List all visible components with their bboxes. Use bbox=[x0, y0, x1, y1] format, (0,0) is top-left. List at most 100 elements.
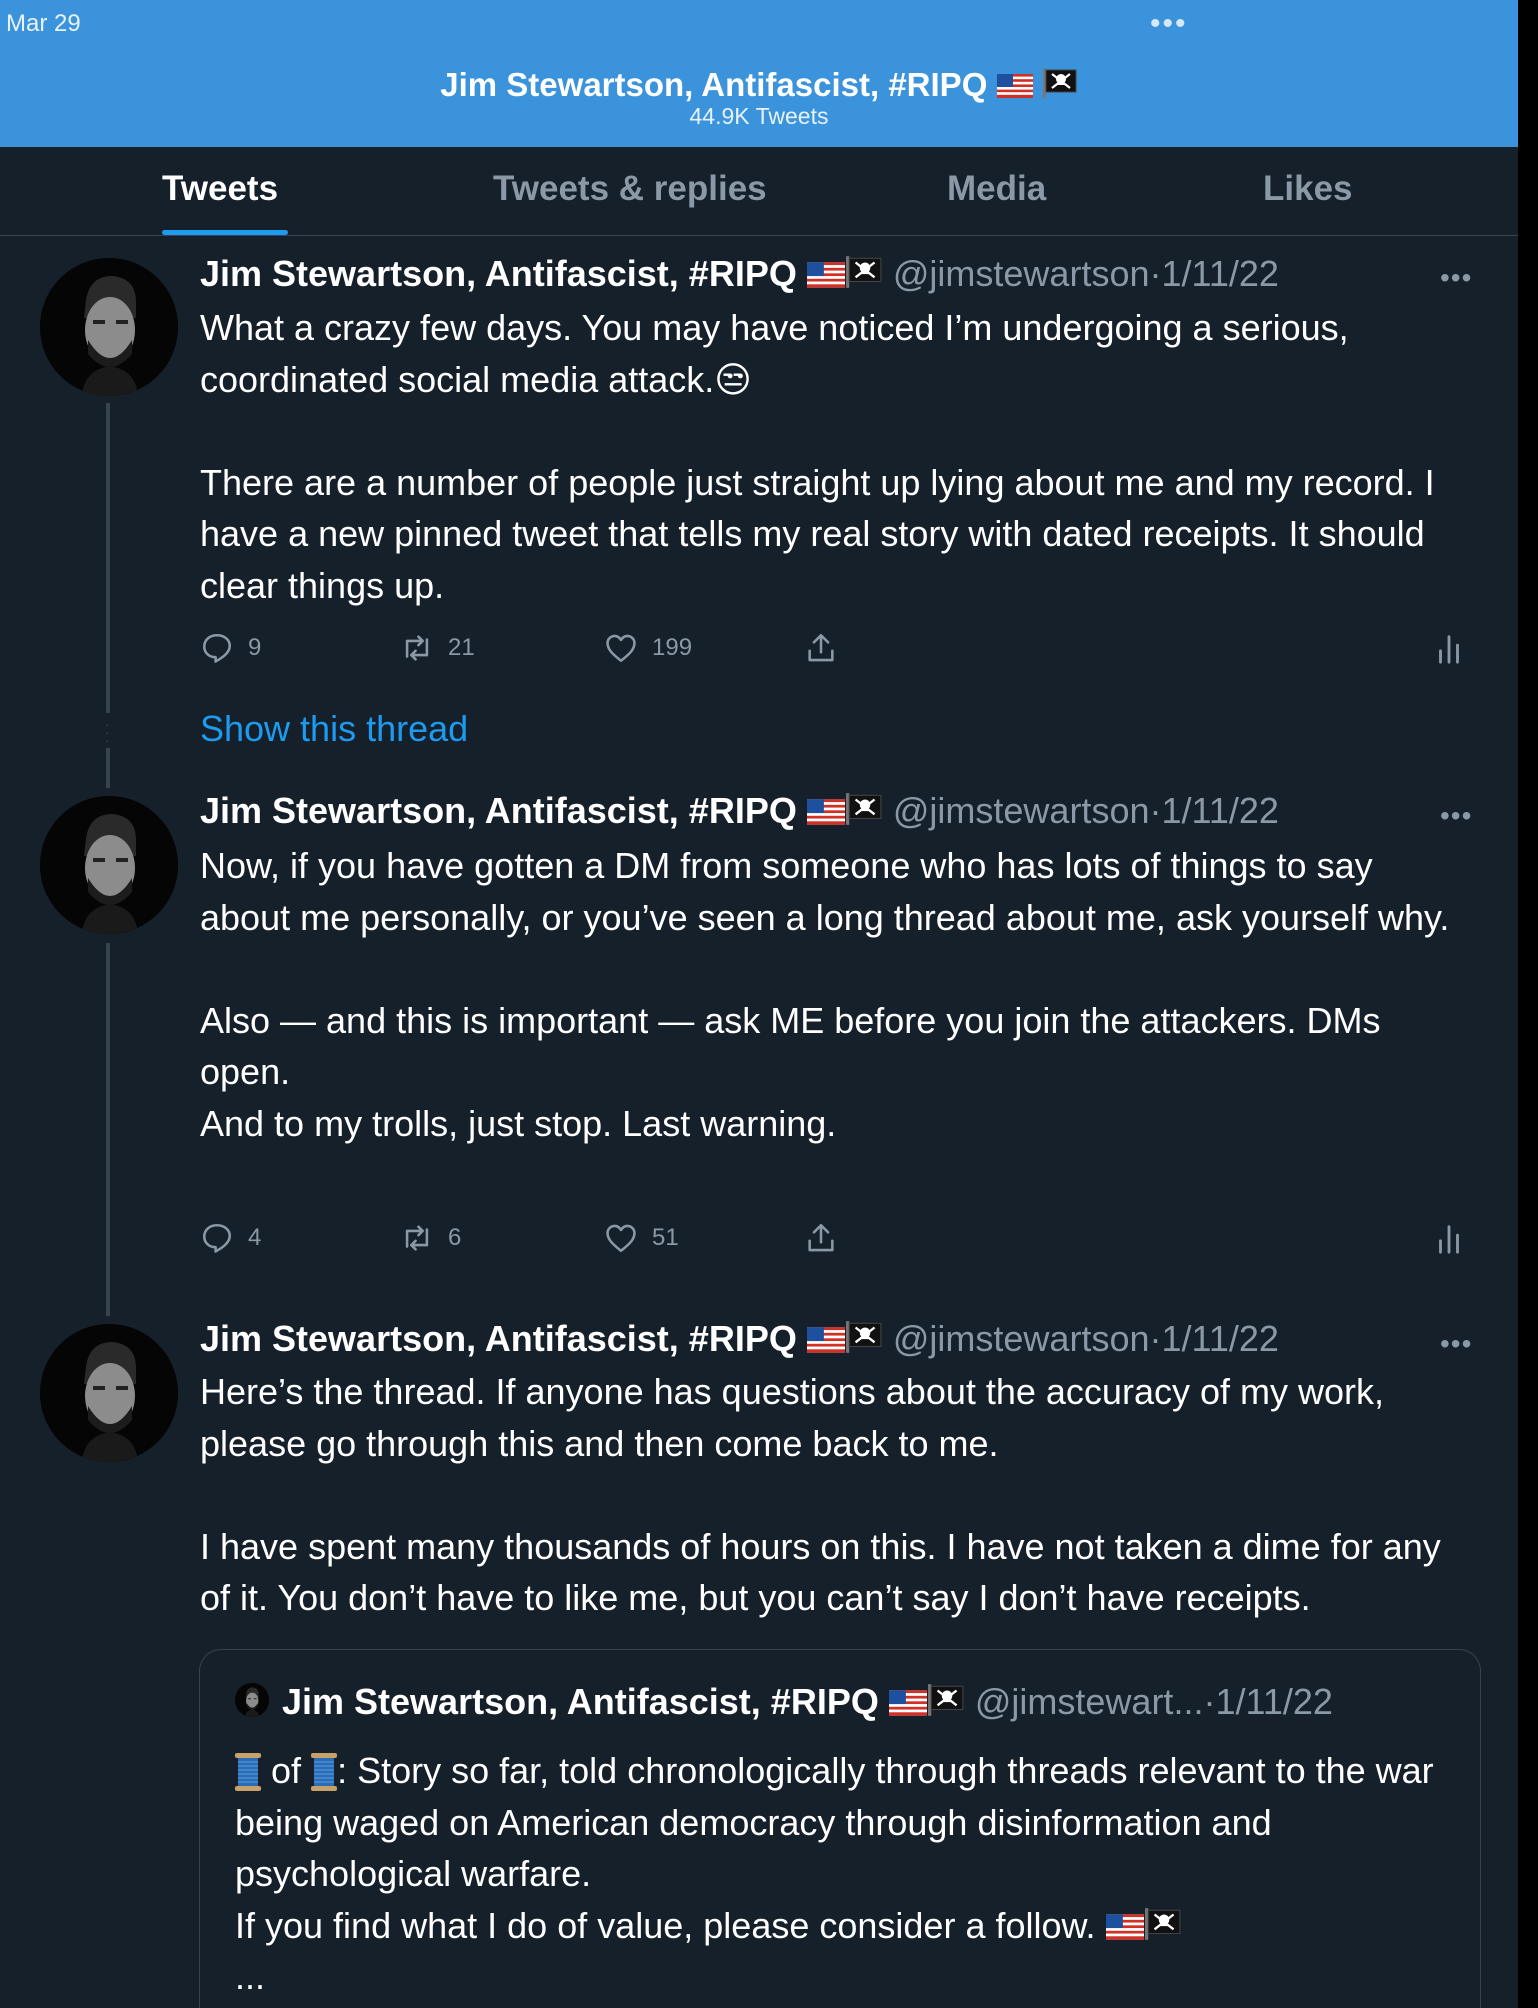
like-count: 51 bbox=[652, 1224, 679, 1251]
analytics-icon bbox=[1432, 1221, 1466, 1255]
reply-button[interactable]: 4 bbox=[200, 1221, 261, 1255]
author-handle[interactable]: @jimstewartson bbox=[893, 790, 1150, 831]
author-name[interactable]: Jim Stewartson, Antifascist, #RIPQ bbox=[200, 253, 797, 294]
separator: · bbox=[1149, 790, 1162, 831]
quoted-tweet[interactable]: Jim Stewartson, Antifascist, #RIPQ @jims… bbox=[199, 1649, 1481, 2008]
profile-title: Jim Stewartson, Antifascist, #RIPQ bbox=[0, 66, 1518, 104]
tweet-text: Here’s the thread. If anyone has questio… bbox=[200, 1366, 1470, 1624]
pirate-flag-icon bbox=[1042, 68, 1078, 98]
tweet-paragraph: And to my trolls, just stop. Last warnin… bbox=[200, 1102, 837, 1144]
tweet-paragraph: Here’s the thread. If anyone has questio… bbox=[200, 1371, 1384, 1464]
like-button[interactable]: 199 bbox=[604, 631, 692, 665]
pirate-flag-icon bbox=[845, 256, 883, 288]
pirate-flag-icon bbox=[1144, 1908, 1182, 1940]
heart-icon bbox=[604, 631, 638, 665]
tweet-actions: 9 21 199 bbox=[200, 631, 1470, 671]
tweet-paragraph: Now, if you have gotten a DM from someon… bbox=[200, 845, 1450, 938]
tweet-text: Now, if you have gotten a DM from someon… bbox=[200, 840, 1470, 1149]
more-horizontal-icon[interactable]: ••• bbox=[1440, 800, 1472, 832]
quoted-paragraph: of : Story so far, told chronologically … bbox=[235, 1745, 1465, 1900]
avatar[interactable] bbox=[40, 1324, 178, 1462]
profile-header: Mar 29 ••• Jim Stewartson, Antifascist, … bbox=[0, 0, 1518, 147]
pirate-flag-icon bbox=[927, 1684, 965, 1716]
quoted-tweet-date: 1/11/22 bbox=[1215, 1681, 1333, 1722]
author-name[interactable]: Jim Stewartson, Antifascist, #RIPQ bbox=[200, 790, 797, 831]
quoted-text: : Story so far, told chronologically thr… bbox=[235, 1750, 1434, 1894]
thread-connector bbox=[106, 943, 110, 1316]
quoted-avatar bbox=[235, 1683, 269, 1717]
tab-likes[interactable]: Likes bbox=[1263, 169, 1353, 209]
quoted-ellipsis: ... bbox=[235, 1956, 266, 1997]
avatar[interactable] bbox=[40, 258, 178, 396]
profile-name: Jim Stewartson, Antifascist, #RIPQ bbox=[440, 66, 988, 103]
profile-tabs: Tweets Tweets & replies Media Likes bbox=[0, 147, 1518, 236]
share-icon bbox=[804, 631, 838, 665]
analytics-icon bbox=[1432, 631, 1466, 665]
like-count: 199 bbox=[652, 634, 693, 661]
author-name[interactable]: Jim Stewartson, Antifascist, #RIPQ bbox=[200, 1318, 797, 1359]
app-window: Mar 29 ••• Jim Stewartson, Antifascist, … bbox=[0, 0, 1518, 2008]
us-flag-icon bbox=[807, 1327, 845, 1353]
us-flag-icon bbox=[997, 74, 1033, 98]
multitasking-dots-icon[interactable]: ••• bbox=[1150, 9, 1188, 39]
retweet-count: 6 bbox=[448, 1224, 462, 1251]
avatar[interactable] bbox=[40, 796, 178, 934]
pirate-flag-icon bbox=[845, 1321, 883, 1353]
tweet-date[interactable]: 1/11/22 bbox=[1161, 253, 1278, 294]
thread-gap-dots: · · · bbox=[105, 716, 110, 748]
reply-count: 4 bbox=[248, 1224, 262, 1251]
quoted-text: If you find what I do of value, please c… bbox=[235, 1904, 1096, 1946]
reply-icon bbox=[200, 1221, 234, 1255]
quoted-author-line: Jim Stewartson, Antifascist, #RIPQ @jims… bbox=[282, 1680, 1333, 1724]
author-handle[interactable]: @jimstewartson bbox=[893, 1318, 1150, 1359]
pirate-flag-icon bbox=[845, 793, 883, 825]
quoted-of-word: of bbox=[271, 1750, 302, 1791]
tweet-paragraph: Also — and this is important — ask ME be… bbox=[200, 999, 1381, 1093]
reply-button[interactable]: 9 bbox=[200, 631, 261, 665]
tweet-paragraph: What a crazy few days. You may have noti… bbox=[200, 307, 1349, 400]
reply-count: 9 bbox=[248, 634, 262, 661]
tweet-count: 44.9K Tweets bbox=[689, 103, 829, 129]
tab-media[interactable]: Media bbox=[947, 169, 1046, 209]
more-horizontal-icon[interactable]: ••• bbox=[1440, 1328, 1472, 1360]
us-flag-icon bbox=[807, 262, 845, 288]
like-button[interactable]: 51 bbox=[604, 1221, 679, 1255]
tweet-actions: 4 6 51 bbox=[200, 1221, 1470, 1261]
tab-tweets[interactable]: Tweets bbox=[162, 169, 278, 209]
screen-edge bbox=[1518, 0, 1538, 2008]
us-flag-icon bbox=[1106, 1914, 1144, 1940]
thread-connector bbox=[106, 748, 110, 788]
tweet-paragraph: There are a number of people just straig… bbox=[200, 461, 1435, 606]
tweet-author-line: Jim Stewartson, Antifascist, #RIPQ @jims… bbox=[200, 1317, 1279, 1361]
retweet-count: 21 bbox=[448, 634, 475, 661]
thread-connector bbox=[106, 403, 110, 713]
retweet-button[interactable]: 6 bbox=[400, 1221, 461, 1255]
author-handle[interactable]: @jimstewartson bbox=[893, 253, 1150, 294]
retweet-button[interactable]: 21 bbox=[400, 631, 475, 665]
quoted-tweet-text: of : Story so far, told chronologically … bbox=[235, 1745, 1465, 2003]
reply-icon bbox=[200, 631, 234, 665]
show-thread-link[interactable]: Show this thread bbox=[200, 708, 468, 750]
analytics-button[interactable] bbox=[1432, 631, 1466, 665]
quoted-paragraph: If you find what I do of value, please c… bbox=[235, 1900, 1465, 1952]
share-button[interactable] bbox=[804, 1221, 838, 1255]
tab-tweets-and-replies[interactable]: Tweets & replies bbox=[493, 169, 767, 209]
thread-spool-icon bbox=[311, 1753, 337, 1791]
share-button[interactable] bbox=[804, 631, 838, 665]
separator: · bbox=[1149, 1318, 1162, 1359]
us-flag-icon bbox=[889, 1690, 927, 1716]
analytics-button[interactable] bbox=[1432, 1221, 1466, 1255]
quoted-author-name: Jim Stewartson, Antifascist, #RIPQ bbox=[282, 1681, 879, 1722]
us-flag-icon bbox=[807, 799, 845, 825]
retweet-icon bbox=[400, 631, 434, 665]
tweet-author-line: Jim Stewartson, Antifascist, #RIPQ @jims… bbox=[200, 789, 1279, 833]
active-tab-indicator bbox=[162, 230, 288, 235]
tweet-date[interactable]: 1/11/22 bbox=[1161, 1318, 1278, 1359]
heart-icon bbox=[604, 1221, 638, 1255]
thread-spool-icon bbox=[235, 1753, 261, 1791]
retweet-icon bbox=[400, 1221, 434, 1255]
more-horizontal-icon[interactable]: ••• bbox=[1440, 262, 1472, 294]
tweet-text: What a crazy few days. You may have noti… bbox=[200, 302, 1470, 611]
tweet-paragraph: I have spent many thousands of hours on … bbox=[200, 1525, 1441, 1619]
tweet-date[interactable]: 1/11/22 bbox=[1161, 790, 1278, 831]
